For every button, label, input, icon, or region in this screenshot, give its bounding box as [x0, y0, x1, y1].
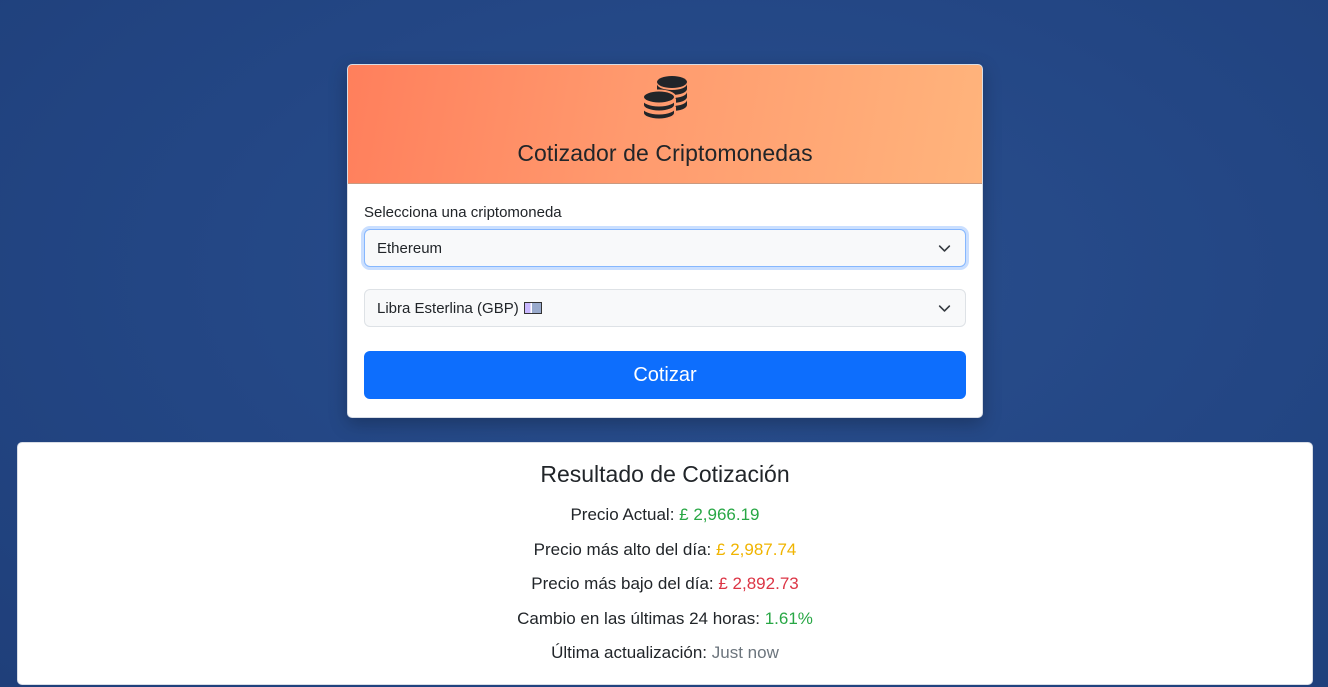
result-list: Precio Actual: £ 2,966.19 Precio más alt…	[18, 498, 1312, 671]
result-label: Cambio en las últimas 24 horas:	[517, 608, 760, 628]
result-label: Precio Actual:	[570, 505, 675, 524]
result-row-current-price: Precio Actual: £ 2,966.19	[18, 498, 1312, 533]
result-row-last-update: Última actualización: Just now	[18, 636, 1312, 671]
currency-select-value: Libra Esterlina (GBP)	[377, 299, 519, 317]
result-value: £ 2,892.73	[718, 574, 799, 593]
result-label: Precio más alto del día:	[533, 539, 712, 559]
coins-icon	[642, 76, 687, 121]
result-label: Última actualización:	[551, 643, 708, 662]
result-row-high-price: Precio más alto del día: £ 2,987.74	[18, 533, 1312, 568]
crypto-select-value: Ethereum	[377, 239, 443, 257]
crypto-select-label: Selecciona una criptomoneda	[364, 204, 562, 221]
result-value: 1.61%	[764, 608, 813, 628]
currency-select[interactable]: Libra Esterlina (GBP)	[364, 289, 966, 327]
result-label: Precio más bajo del día:	[531, 574, 714, 593]
chevron-down-icon	[938, 305, 951, 312]
result-value: Just now	[711, 643, 779, 662]
result-title: Resultado de Cotización	[540, 461, 790, 487]
chevron-down-icon	[938, 245, 951, 252]
form-title: Cotizador de Criptomonedas	[517, 140, 813, 166]
form-body: Selecciona una criptomoneda Ethereum Lib…	[348, 184, 982, 399]
crypto-select[interactable]: Ethereum	[364, 229, 966, 267]
quote-form-card: Cotizador de Criptomonedas Selecciona un…	[347, 64, 983, 418]
result-panel: Resultado de Cotización Precio Actual: £…	[17, 442, 1313, 685]
card-header: Cotizador de Criptomonedas	[348, 65, 982, 184]
result-row-low-price: Precio más bajo del día: £ 2,892.73	[18, 567, 1312, 602]
flag-icon	[523, 302, 542, 314]
cotizar-button[interactable]: Cotizar	[364, 351, 966, 399]
result-row-change-24h: Cambio en las últimas 24 horas: 1.61%	[18, 602, 1312, 637]
result-value: £ 2,987.74	[716, 539, 797, 559]
result-value: £ 2,966.19	[679, 505, 760, 524]
